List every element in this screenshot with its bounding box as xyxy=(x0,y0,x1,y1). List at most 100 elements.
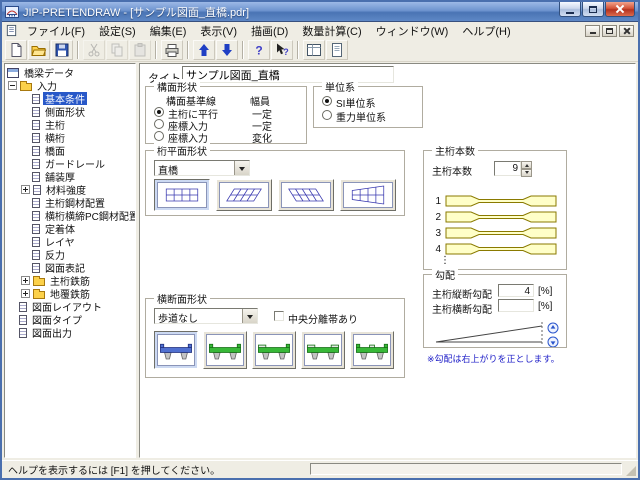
mdi-minimize-button[interactable] xyxy=(585,25,600,37)
tree-item-drawing-output[interactable]: 図面出力 xyxy=(5,326,135,339)
tree-item-basic-conditions[interactable]: 基本条件 xyxy=(5,92,135,105)
document-icon xyxy=(32,159,40,169)
tree-item-drawing-layout[interactable]: 図面レイアウト xyxy=(5,300,135,313)
plan-shape-button-skew-right[interactable] xyxy=(216,179,272,211)
girder-count-stepper[interactable]: 9 xyxy=(494,161,532,176)
cross-section-button-3[interactable] xyxy=(252,331,296,369)
tree-item-material-strength[interactable]: 材料強度 xyxy=(5,183,135,196)
plan-shape-button-straight[interactable] xyxy=(154,179,210,211)
menu-item-window[interactable]: ウィンドウ(W) xyxy=(369,22,456,40)
plan-shape-button-fan[interactable] xyxy=(340,179,396,211)
tree-item-cross-girder[interactable]: 横桁 xyxy=(5,131,135,144)
cross-section-combobox[interactable]: 歩道なし xyxy=(154,308,258,324)
mdi-restore-button[interactable] xyxy=(602,25,617,37)
plan-shape-button-skew-left[interactable] xyxy=(278,179,334,211)
radio-si-units[interactable] xyxy=(322,96,332,106)
tree-item-deck[interactable]: 橋面 xyxy=(5,144,135,157)
title-input[interactable] xyxy=(182,66,394,83)
open-folder-icon xyxy=(20,83,32,91)
longitudinal-slope-input[interactable]: 4 xyxy=(498,284,534,297)
cross-section-button-1[interactable] xyxy=(154,331,198,369)
percent-unit: [%] xyxy=(538,286,552,297)
menu-item-help[interactable]: ヘルプ(H) xyxy=(455,22,517,40)
maximize-button[interactable] xyxy=(582,2,604,17)
radio-coordinate-input-variable[interactable] xyxy=(154,131,164,141)
menu-item-view[interactable]: 表示(V) xyxy=(193,22,244,40)
girder-count-group: 主桁本数 主桁本数 9 1 2 3 xyxy=(423,150,567,270)
svg-text:?: ? xyxy=(283,47,289,57)
menu-item-settings[interactable]: 設定(S) xyxy=(92,22,143,40)
radio-coordinate-input-constant[interactable] xyxy=(154,119,164,129)
chevron-down-icon xyxy=(525,171,529,176)
context-help-button[interactable]: ? xyxy=(271,40,293,60)
minimize-icon xyxy=(590,32,596,34)
dropdown-button[interactable] xyxy=(242,309,257,323)
resize-grip-icon[interactable] xyxy=(626,466,636,476)
move-down-button[interactable] xyxy=(216,40,238,60)
menu-item-file[interactable]: ファイル(F) xyxy=(20,22,92,40)
tree-item-input[interactable]: 入力 xyxy=(5,79,135,92)
median-strip-checkbox[interactable] xyxy=(274,311,284,321)
save-button[interactable] xyxy=(51,40,73,60)
cut-icon xyxy=(86,42,102,58)
tree-item-girder-steel-layout[interactable]: 主桁鋼材配置 xyxy=(5,196,135,209)
folder-icon xyxy=(33,291,45,299)
tree-item-pavement-thickness[interactable]: 舗装厚 xyxy=(5,170,135,183)
cross-section-button-5[interactable] xyxy=(350,331,394,369)
paste-button[interactable] xyxy=(129,40,151,60)
tree-item-curb-rebar[interactable]: 地覆鉄筋 xyxy=(5,287,135,300)
expand-icon[interactable] xyxy=(21,276,30,285)
cross-section-icon xyxy=(157,334,195,366)
close-button[interactable] xyxy=(605,2,635,17)
tree-item-drawing-type[interactable]: 図面タイプ xyxy=(5,313,135,326)
tree-item-reaction[interactable]: 反力 xyxy=(5,248,135,261)
minimize-button[interactable] xyxy=(559,2,581,17)
tree-item-girder-rebar[interactable]: 主桁鉄筋 xyxy=(5,274,135,287)
collapse-icon[interactable] xyxy=(8,81,17,90)
cross-section-button-4[interactable] xyxy=(301,331,345,369)
document-icon[interactable] xyxy=(5,24,18,37)
tree-item-drawing-notation[interactable]: 図面表記 xyxy=(5,261,135,274)
stepper-down-button[interactable] xyxy=(521,169,532,177)
page-button[interactable] xyxy=(326,40,348,60)
tree-item-layer[interactable]: レイヤ xyxy=(5,235,135,248)
print-button[interactable] xyxy=(161,40,183,60)
slope-diagram xyxy=(430,317,562,347)
girder-count-legend: 主桁本数 xyxy=(432,143,478,158)
document-icon xyxy=(32,94,40,104)
expand-icon[interactable] xyxy=(21,289,30,298)
menu-item-edit[interactable]: 編集(E) xyxy=(143,22,194,40)
arrow-up-icon xyxy=(196,42,212,58)
help-button[interactable]: ? xyxy=(248,40,270,60)
tree-item-bridge-data[interactable]: 橋梁データ xyxy=(5,66,135,79)
tree-item-anchorage[interactable]: 定着体 xyxy=(5,222,135,235)
dropdown-button[interactable] xyxy=(234,161,249,175)
new-button[interactable] xyxy=(5,40,27,60)
restore-icon xyxy=(606,28,613,34)
toolbar: ? ? xyxy=(2,39,638,62)
tree-item-main-girder[interactable]: 主桁 xyxy=(5,118,135,131)
tree-item-transverse-pc-steel[interactable]: 横桁横締PC鋼材配置 xyxy=(5,209,135,222)
radio-parallel-to-girder[interactable] xyxy=(154,107,164,117)
drawing-button[interactable] xyxy=(303,40,325,60)
menu-item-draw[interactable]: 描画(D) xyxy=(244,22,295,40)
copy-button[interactable] xyxy=(106,40,128,60)
cross-section-button-2[interactable] xyxy=(203,331,247,369)
menu-item-quantity-calc[interactable]: 数量計算(C) xyxy=(295,22,368,40)
girder-shape-icon xyxy=(445,243,557,255)
mdi-close-button[interactable] xyxy=(619,25,634,37)
window-controls xyxy=(559,2,635,17)
radio-gravity-units[interactable] xyxy=(322,110,332,120)
print-icon xyxy=(164,42,180,58)
expand-icon[interactable] xyxy=(21,185,30,194)
girder-plan-legend: 桁平面形状 xyxy=(154,143,210,158)
cut-button[interactable] xyxy=(83,40,105,60)
girder-row: 2 xyxy=(432,211,557,223)
open-button[interactable] xyxy=(28,40,50,60)
stepper-up-button[interactable] xyxy=(521,161,532,169)
move-up-button[interactable] xyxy=(193,40,215,60)
girder-plan-combobox[interactable]: 直橋 xyxy=(154,160,250,176)
tree-item-side-shape[interactable]: 側面形状 xyxy=(5,105,135,118)
tree-item-guardrail[interactable]: ガードレール xyxy=(5,157,135,170)
transverse-slope-input[interactable] xyxy=(498,299,534,312)
